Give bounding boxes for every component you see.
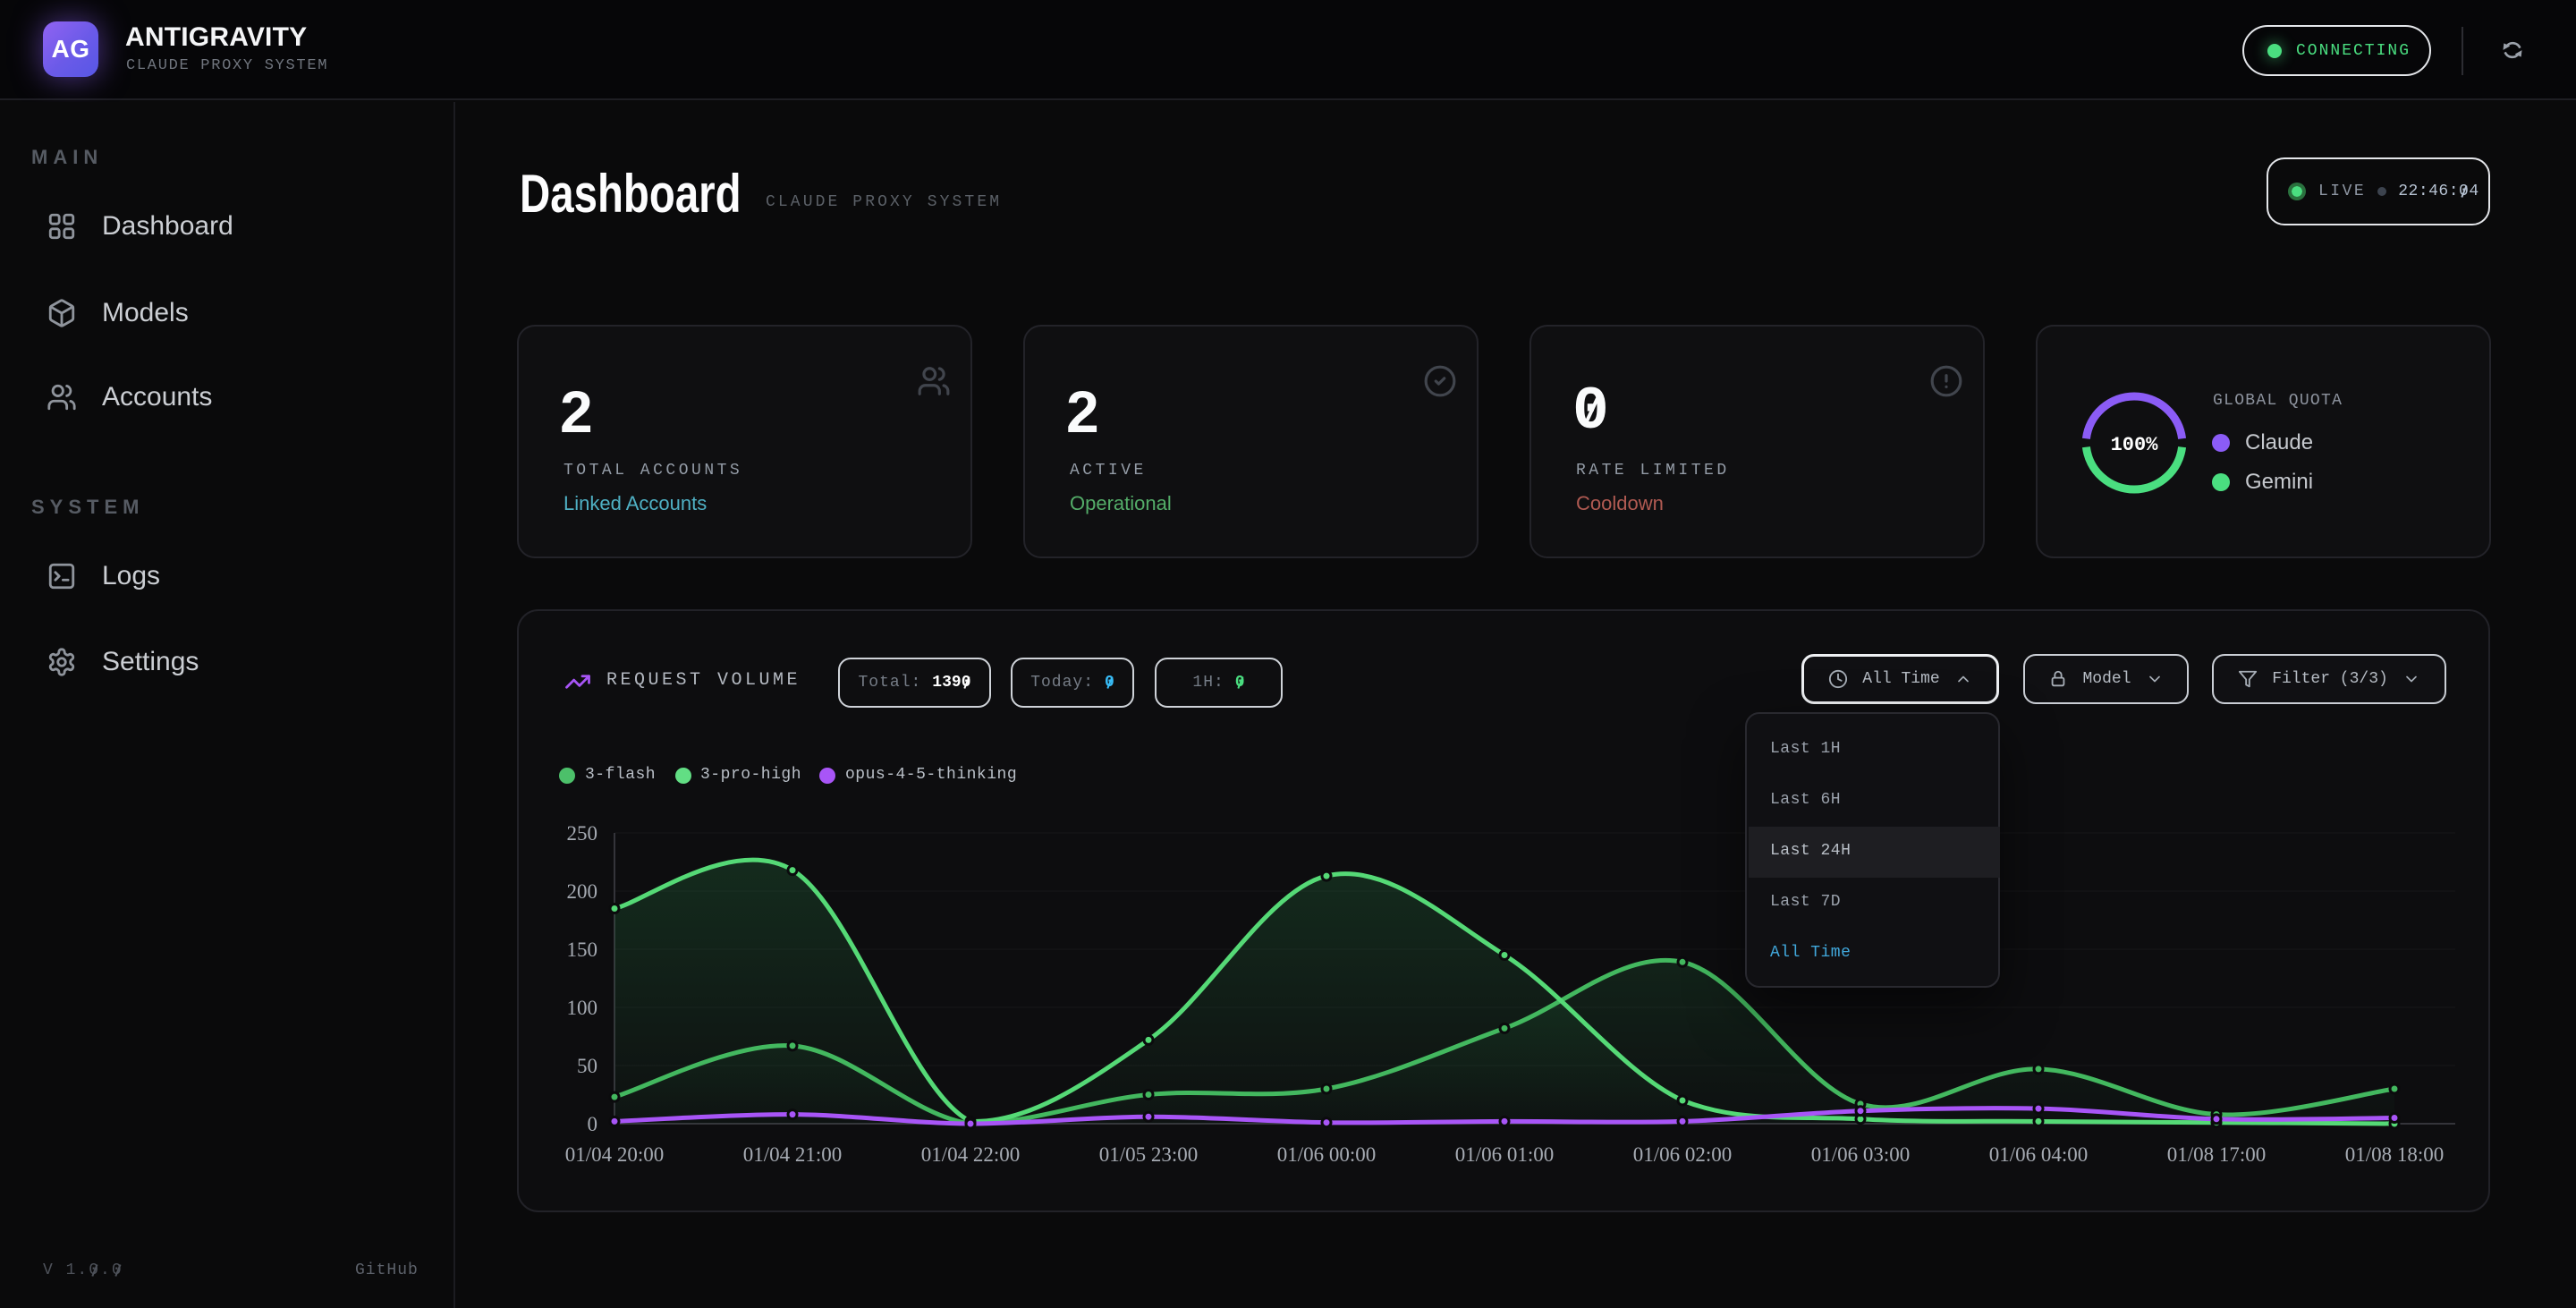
- svg-text:01/08 18:00: 01/08 18:00: [2345, 1143, 2445, 1166]
- svg-text:50: 50: [577, 1055, 597, 1077]
- svg-text:100%: 100%: [2111, 434, 2159, 456]
- svg-text:250: 250: [567, 822, 598, 845]
- svg-text:100: 100: [567, 997, 598, 1019]
- svg-text:150: 150: [567, 939, 598, 961]
- svg-text:0: 0: [588, 1113, 598, 1135]
- svg-text:01/06 03:00: 01/06 03:00: [1811, 1143, 1911, 1166]
- svg-text:01/04 22:00: 01/04 22:00: [921, 1143, 1021, 1166]
- svg-text:01/06 01:00: 01/06 01:00: [1455, 1143, 1555, 1166]
- svg-text:01/06 02:00: 01/06 02:00: [1633, 1143, 1733, 1166]
- svg-text:01/04 20:00: 01/04 20:00: [565, 1143, 665, 1166]
- svg-text:01/06 04:00: 01/06 04:00: [1989, 1143, 2089, 1166]
- svg-text:200: 200: [567, 880, 598, 903]
- svg-text:01/08 17:00: 01/08 17:00: [2167, 1143, 2267, 1166]
- svg-text:01/05 23:00: 01/05 23:00: [1099, 1143, 1199, 1166]
- svg-text:01/04 21:00: 01/04 21:00: [743, 1143, 843, 1166]
- svg-text:01/06 00:00: 01/06 00:00: [1277, 1143, 1377, 1166]
